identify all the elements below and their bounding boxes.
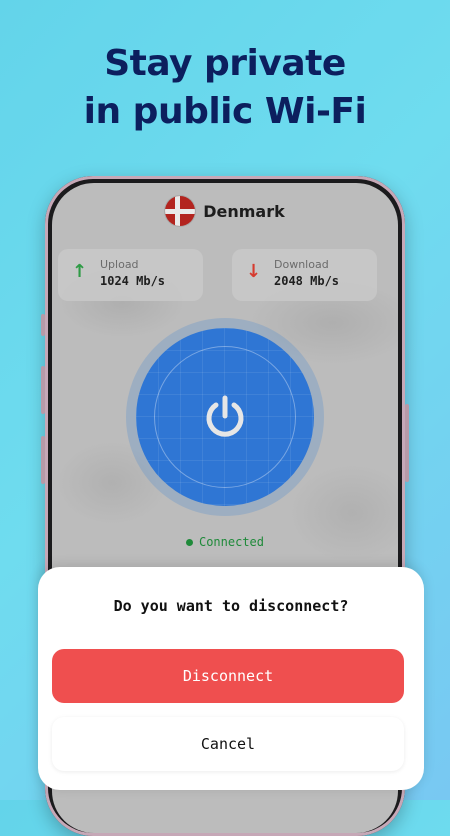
cancel-button[interactable]: Cancel [52,717,404,771]
phone-side-button [41,314,45,336]
headline-line-2: in public Wi-Fi [83,91,367,132]
promo-headline: Stay private in public Wi-Fi [0,40,450,136]
upload-arrow-icon: ↑ [72,261,88,282]
download-label: Download [274,258,329,271]
status-dot-icon [185,539,193,546]
headline-line-1: Stay private [104,43,346,84]
download-stat: ↓ Download 2048 Mb/s [232,249,377,301]
upload-label: Upload [100,258,139,271]
phone-volume-up-button [41,366,45,414]
phone-power-button [405,404,409,482]
upload-value: 1024 Mb/s [100,274,166,288]
country-name: Denmark [203,201,285,221]
denmark-flag-icon [165,196,196,226]
dialog-question: Do you want to disconnect? [113,597,349,615]
phone-volume-down-button [41,436,45,484]
connection-status: Connected [52,535,398,549]
power-icon [206,395,244,437]
download-arrow-icon: ↓ [246,261,262,282]
country-selector[interactable]: Denmark [52,195,398,227]
upload-stat: ↑ Upload 1024 Mb/s [58,249,203,301]
download-value: 2048 Mb/s [274,274,340,288]
status-text: Connected [198,535,265,549]
disconnect-button[interactable]: Disconnect [52,649,404,703]
power-toggle-button[interactable] [136,328,314,506]
disconnect-dialog: Do you want to disconnect? Disconnect Ca… [38,567,424,790]
